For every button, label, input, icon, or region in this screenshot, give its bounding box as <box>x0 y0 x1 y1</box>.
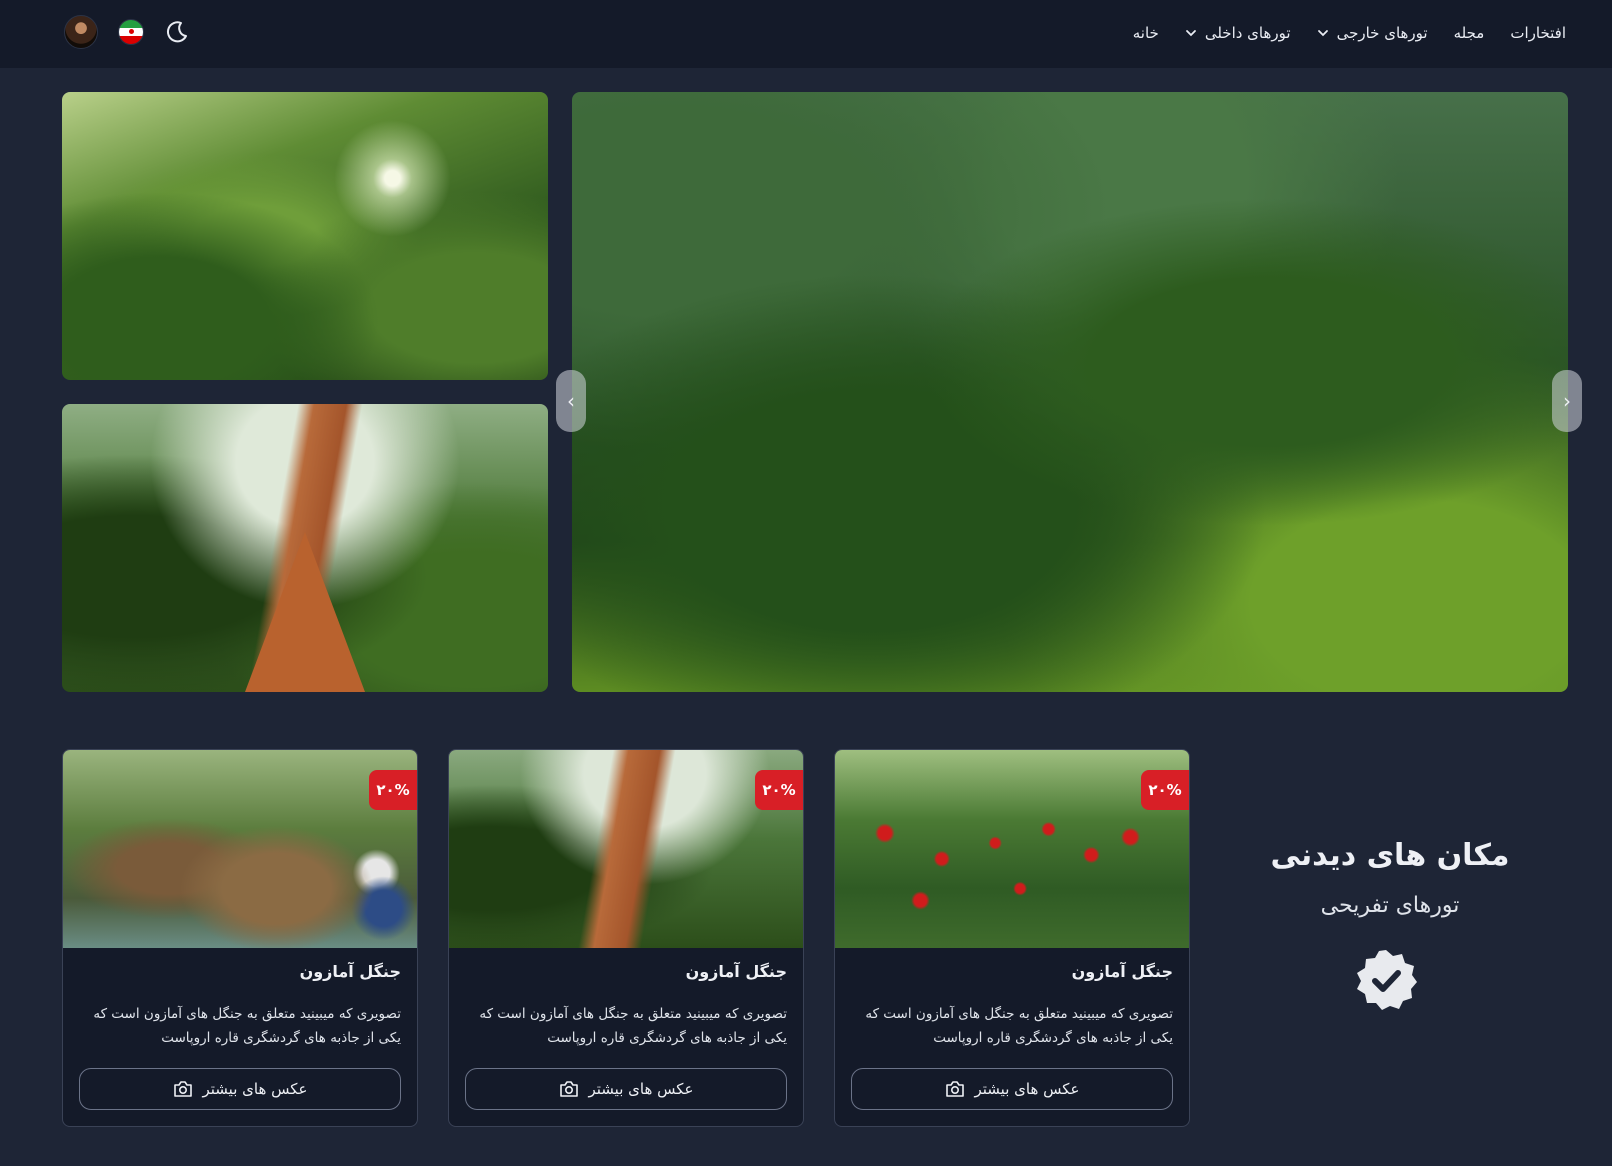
chevron-right-icon: › <box>1563 389 1571 413</box>
card-description: تصویری که میبینید متعلق به جنگل های آماز… <box>93 1006 401 1046</box>
camera-icon <box>173 1081 192 1097</box>
moon-icon[interactable] <box>164 19 190 45</box>
tour-card: ۲۰% جنگل آمازون تصویری که میبینید متعلق … <box>448 749 804 1127</box>
slider-next-button[interactable]: › <box>1552 370 1582 432</box>
card-description: تصویری که میبینید متعلق به جنگل های آماز… <box>479 1006 787 1046</box>
chevron-down-icon <box>1185 30 1196 37</box>
avatar[interactable] <box>64 15 98 49</box>
nav-magazine-label: مجله <box>1453 24 1485 42</box>
discount-badge: ۲۰% <box>369 770 417 810</box>
main-rainforest-slide <box>572 92 1568 692</box>
tour-card: ۲۰% جنگل آمازون تصویری که میبینید متعلق … <box>62 749 418 1127</box>
nav-honors[interactable]: افتخارات <box>1510 24 1566 42</box>
parrots-tree-image <box>835 750 1189 948</box>
nav-honors-label: افتخارات <box>1510 24 1566 42</box>
nav-domestic-tours-label: تورهای داخلی <box>1204 24 1291 42</box>
top-navbar: خانه تورهای داخلی تورهای خارجی مجله افتخ… <box>0 0 1612 68</box>
nav-home[interactable]: خانه <box>1133 24 1159 42</box>
slider-prev-button[interactable]: ‹ <box>556 370 586 432</box>
card-title: جنگل آمازون <box>685 962 787 981</box>
nav-foreign-tours-label: تورهای خارجی <box>1336 24 1428 42</box>
more-photos-label: عکس های بیشتر <box>202 1080 308 1098</box>
iran-flag-icon[interactable] <box>118 19 144 45</box>
more-photos-label: عکس های بیشتر <box>974 1080 1080 1098</box>
more-photos-button[interactable]: عکس های بیشتر <box>79 1068 401 1110</box>
chevron-down-icon <box>1317 30 1328 37</box>
tour-card: ۲۰% جنگل آمازون تصویری که میبینید متعلق … <box>834 749 1190 1127</box>
discount-badge: ۲۰% <box>1141 770 1189 810</box>
check-badge-icon <box>1357 950 1417 1010</box>
nav-links: خانه تورهای داخلی تورهای خارجی مجله افتخ… <box>1133 0 1566 66</box>
section-title: مکان های دیدنی <box>1270 838 1510 873</box>
chevron-left-icon: ‹ <box>567 389 575 413</box>
suspension-bridge-card-image <box>449 750 803 948</box>
nav-magazine[interactable]: مجله <box>1454 24 1485 42</box>
nav-foreign-tours[interactable]: تورهای خارجی <box>1317 24 1428 42</box>
card-description: تصویری که میبینید متعلق به جنگل های آماز… <box>865 1006 1173 1046</box>
more-photos-button[interactable]: عکس های بیشتر <box>465 1068 787 1110</box>
discount-badge: ۲۰% <box>755 770 803 810</box>
nav-home-label: خانه <box>1132 24 1159 42</box>
tree-roots-image <box>63 750 417 948</box>
nav-utilities <box>64 15 190 49</box>
camera-icon <box>559 1081 578 1097</box>
nav-domestic-tours[interactable]: تورهای داخلی <box>1185 24 1291 42</box>
jungle-canopy-image <box>62 92 548 380</box>
camera-icon <box>945 1081 964 1097</box>
card-title: جنگل آمازون <box>1071 962 1173 981</box>
more-photos-button[interactable]: عکس های بیشتر <box>851 1068 1173 1110</box>
suspension-bridge-image <box>62 404 548 692</box>
card-title: جنگل آمازون <box>299 962 401 981</box>
section-subtitle: تورهای تفریحی <box>1320 893 1460 918</box>
more-photos-label: عکس های بیشتر <box>588 1080 694 1098</box>
